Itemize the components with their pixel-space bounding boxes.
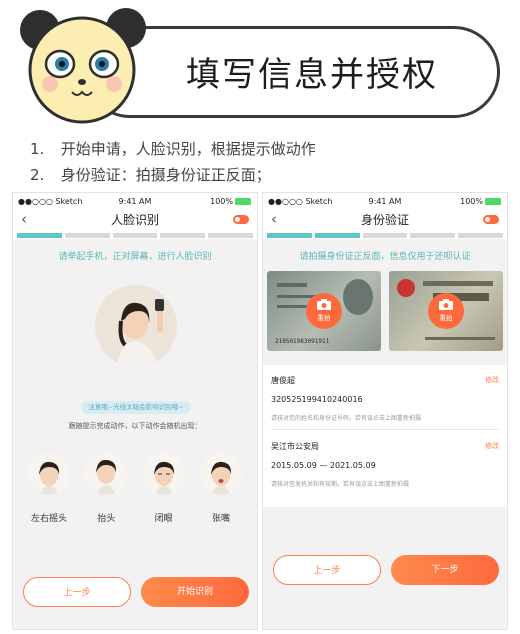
light-notice: 注意哦~光线太暗会影响识别哦~ — [81, 401, 191, 414]
step-item: 2. 身份验证：拍摄身份证正反面； — [30, 162, 316, 188]
prev-button[interactable]: 上一步 — [23, 577, 131, 607]
face-recognition-screen: ●●○○○ Sketch 9:41 AM 100% ‹ 人脸识别 请举起手机，正… — [12, 192, 258, 630]
progress-segment — [458, 233, 503, 238]
action-item: 张嘴 — [197, 453, 245, 524]
screen-title: 人脸识别 — [110, 213, 159, 227]
step-list: 1. 开始申请，人脸识别，根据提示做动作 2. 身份验证：拍摄身份证正反面； — [30, 136, 316, 188]
id-card-front-photo[interactable]: 210501983091911 重拍 — [267, 271, 381, 351]
prev-button[interactable]: 上一步 — [273, 555, 381, 585]
id-number-value: 320525199410240016 — [271, 395, 363, 404]
validity-value: 2015.05.09 — 2021.05.09 — [271, 461, 376, 470]
screen-title: 身份验证 — [360, 213, 409, 227]
action-item: 左右摇头 — [25, 453, 73, 524]
start-recognition-button[interactable]: 开始识别 — [141, 577, 249, 607]
shake-head-avatar — [28, 453, 70, 495]
page-title: 填写信息并授权 — [186, 55, 438, 95]
id-card-back-photo[interactable]: 重拍 — [389, 271, 503, 351]
issuing-authority-value: 吴江市公安局 — [271, 442, 319, 451]
retake-label: 重拍 — [439, 314, 453, 322]
battery-indicator: 100% — [460, 197, 501, 206]
step-item: 1. 开始申请，人脸识别，根据提示做动作 — [30, 136, 316, 162]
step-number: 2. — [30, 166, 45, 184]
battery-icon — [485, 198, 501, 205]
step-progress — [13, 231, 257, 239]
progress-segment — [17, 233, 62, 238]
action-item: 抬头 — [82, 453, 130, 524]
id-info-panel: 唐俊超 修改 320525199410240016 请核对您的姓名和身份证号码，… — [263, 365, 507, 507]
selfie-photo — [95, 285, 177, 367]
progress-segment — [314, 233, 360, 238]
divider — [271, 429, 499, 430]
id-verification-screen: ●●○○○ Sketch 9:41 AM 100% ‹ 身份验证 请拍摄身份证正… — [262, 192, 508, 630]
action-label: 闭眼 — [154, 514, 173, 524]
retake-label: 重拍 — [317, 314, 331, 322]
close-eyes-avatar — [142, 453, 185, 495]
id-card-number-text: 210501983091911 — [275, 338, 330, 345]
edit-name-link[interactable]: 修改 — [485, 375, 499, 385]
step-text: 开始申请，人脸识别，根据提示做动作 — [60, 140, 316, 158]
panda-mascot-icon — [20, 8, 146, 124]
id-check-tip: 请核对您的姓名和身份证号码，若有误点击上图重新拍摄 — [271, 415, 422, 422]
edit-authority-link[interactable]: 修改 — [485, 441, 499, 451]
action-label: 抬头 — [97, 514, 116, 524]
authority-check-tip: 请核对签发机关和有效期，若有误点击上图重新拍摄 — [271, 481, 410, 488]
step-text: 身份验证：拍摄身份证正反面； — [60, 166, 271, 184]
progress-segment — [410, 233, 456, 238]
face-hint: 请举起手机，正对屏幕，进行人脸识别 — [58, 252, 212, 262]
toggle-icon[interactable] — [233, 215, 249, 224]
open-mouth-avatar — [199, 453, 242, 495]
battery-indicator: 100% — [210, 197, 251, 206]
next-button[interactable]: 下一步 — [391, 555, 499, 585]
raise-head-avatar — [85, 453, 128, 495]
action-label: 张嘴 — [211, 514, 230, 524]
camera-icon — [439, 299, 453, 310]
follow-instruction: 跟随提示完成动作，以下动作会随机出现： — [68, 422, 202, 430]
progress-segment — [112, 233, 158, 238]
nav-bar: ‹ 人脸识别 — [13, 209, 257, 231]
step-number: 1. — [30, 140, 45, 158]
step-progress — [263, 231, 507, 239]
progress-segment — [208, 233, 253, 238]
progress-segment — [267, 233, 312, 238]
toggle-icon[interactable] — [483, 215, 499, 224]
progress-segment — [64, 233, 110, 238]
status-bar: ●●○○○ Sketch 9:41 AM 100% — [13, 193, 257, 209]
action-label: 左右摇头 — [30, 514, 67, 524]
camera-icon — [317, 299, 331, 310]
action-item: 闭眼 — [140, 453, 188, 524]
battery-icon — [235, 198, 251, 205]
retake-front-button[interactable]: 重拍 — [306, 293, 342, 329]
back-arrow-icon[interactable]: ‹ — [271, 210, 277, 228]
progress-segment — [160, 233, 206, 238]
progress-segment — [362, 233, 408, 238]
id-hint: 请拍摄身份证正反面，信息仅用于还呗认证 — [299, 252, 471, 262]
retake-back-button[interactable]: 重拍 — [428, 293, 464, 329]
back-arrow-icon[interactable]: ‹ — [21, 210, 27, 228]
nav-bar: ‹ 身份验证 — [263, 209, 507, 231]
action-list: 左右摇头 抬头 闭眼 张嘴 — [25, 453, 245, 524]
id-card-photos: 210501983091911 重拍 重拍 — [267, 271, 503, 351]
name-value: 唐俊超 — [271, 376, 295, 385]
status-bar: ●●○○○ Sketch 9:41 AM 100% — [263, 193, 507, 209]
